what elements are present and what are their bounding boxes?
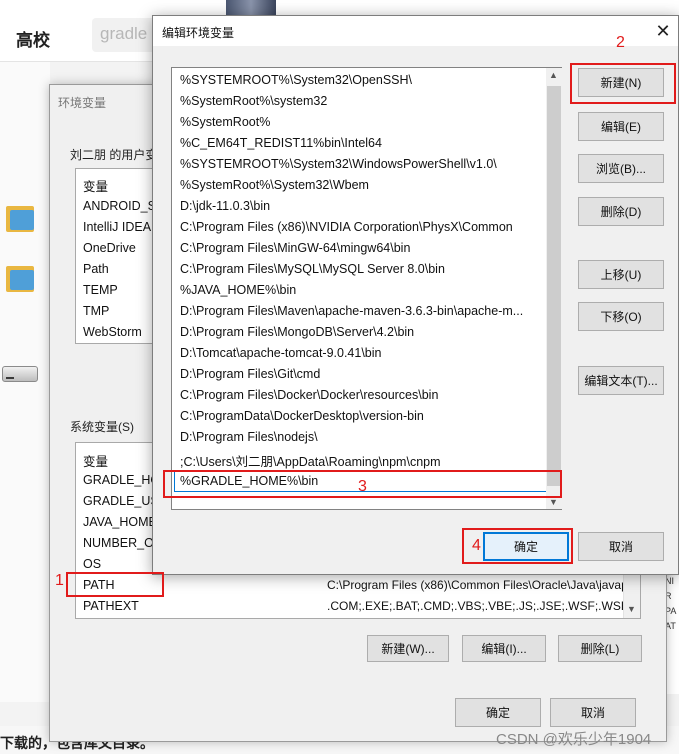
edit-text-button[interactable]: 编辑文本(T)... <box>578 366 664 395</box>
scroll-up-icon[interactable]: ▲ <box>549 70 558 80</box>
system-variables-label: 系统变量(S) <box>70 420 134 434</box>
list-item[interactable]: %SystemRoot%\System32\Wbem <box>180 178 369 192</box>
path-list-scrollbar[interactable]: ▲ ▼ <box>546 68 562 509</box>
table-row[interactable]: OS <box>83 557 101 571</box>
sys-edit-button[interactable]: 编辑(I)... <box>462 635 546 662</box>
user-variables-list[interactable]: 变量 ANDROID_S IntelliJ IDEA OneDrive Path… <box>75 168 155 344</box>
list-item[interactable]: %SYSTEMROOT%\System32\OpenSSH\ <box>180 73 412 87</box>
sys-new-button[interactable]: 新建(W)... <box>367 635 449 662</box>
list-item[interactable]: D:\Program Files\Maven\apache-maven-3.6.… <box>180 304 523 318</box>
env-cancel-button[interactable]: 取消 <box>550 698 636 727</box>
list-item[interactable]: C:\Program Files\MySQL\MySQL Server 8.0\… <box>180 262 445 276</box>
list-item[interactable]: TEMP <box>83 283 118 297</box>
list-item[interactable]: %SystemRoot% <box>180 115 270 129</box>
sys-vars-header[interactable]: 变量 <box>83 451 108 470</box>
scroll-down-icon[interactable]: ▼ <box>627 604 636 614</box>
explorer-side-panel <box>0 62 50 702</box>
list-item[interactable]: Path <box>83 262 109 276</box>
list-item[interactable]: %C_EM64T_REDIST11%bin\Intel64 <box>180 136 382 150</box>
table-row[interactable]: GRADLE_HO <box>83 473 160 487</box>
scroll-thumb[interactable] <box>547 86 561 486</box>
path-entries-list[interactable]: %SYSTEMROOT%\System32\OpenSSH\ %SystemRo… <box>171 67 562 510</box>
move-down-button[interactable]: 下移(O) <box>578 302 664 331</box>
list-item[interactable]: C:\ProgramData\DockerDesktop\version-bin <box>180 409 424 423</box>
user-vars-header[interactable]: 变量 <box>83 176 108 195</box>
list-item[interactable]: C:\Program Files\MinGW-64\mingw64\bin <box>180 241 410 255</box>
list-item[interactable]: IntelliJ IDEA <box>83 220 151 234</box>
list-item[interactable]: D:\Tomcat\apache-tomcat-9.0.41\bin <box>180 346 382 360</box>
env-ok-button[interactable]: 确定 <box>455 698 541 727</box>
list-item[interactable]: ;C:\Users\刘二朋\AppData\Roaming\npm\cnpm <box>180 451 441 470</box>
table-row[interactable]: JAVA_HOME <box>83 515 157 529</box>
table-row[interactable]: NUMBER_O <box>83 536 154 550</box>
background-photo <box>226 0 276 16</box>
close-icon[interactable]: ✕ <box>648 16 678 46</box>
pathext-value[interactable]: .COM;.EXE;.BAT;.CMD;.VBS;.VBE;.JS;.JSE;.… <box>327 599 640 613</box>
table-row[interactable]: PATHEXT <box>83 599 139 613</box>
annotation-box-new <box>570 63 676 104</box>
delete-button[interactable]: 删除(D) <box>578 197 664 226</box>
edit-dialog-title: 编辑环境变量 <box>162 26 235 40</box>
list-item[interactable]: D:\jdk-11.0.3\bin <box>180 199 270 213</box>
scroll-down-icon[interactable]: ▼ <box>549 497 558 507</box>
list-item[interactable]: C:\Program Files (x86)\NVIDIA Corporatio… <box>180 220 513 234</box>
browse-button[interactable]: 浏览(B)... <box>578 154 664 183</box>
list-item[interactable]: D:\Program Files\nodejs\ <box>180 430 318 444</box>
watermark: CSDN @欢乐少年1904 <box>496 731 652 748</box>
list-item[interactable]: TMP <box>83 304 109 318</box>
list-item[interactable]: C:\Program Files\Docker\Docker\resources… <box>180 388 438 402</box>
table-row[interactable]: GRADLE_US <box>83 494 159 508</box>
path-value[interactable]: C:\Program Files (x86)\Common Files\Orac… <box>327 578 640 592</box>
list-item[interactable]: D:\Program Files\Git\cmd <box>180 367 320 381</box>
annotation-number: 2 <box>616 34 625 51</box>
list-item[interactable]: %SystemRoot%\system32 <box>180 94 327 108</box>
edit-button[interactable]: 编辑(E) <box>578 112 664 141</box>
list-item[interactable]: %SYSTEMROOT%\System32\WindowsPowerShell\… <box>180 157 497 171</box>
list-item[interactable]: %JAVA_HOME%\bin <box>180 283 296 297</box>
move-up-button[interactable]: 上移(U) <box>578 260 664 289</box>
sys-delete-button[interactable]: 删除(L) <box>558 635 642 662</box>
list-item[interactable]: D:\Program Files\MongoDB\Server\4.2\bin <box>180 325 414 339</box>
annotation-number: 1 <box>55 572 64 589</box>
cancel-button[interactable]: 取消 <box>578 532 664 561</box>
folder-desktop-icon <box>6 262 34 292</box>
annotation-number: 3 <box>358 478 367 495</box>
drive-icon <box>2 366 38 382</box>
annotation-box-path <box>66 572 164 597</box>
folder-pictures-icon <box>6 202 34 232</box>
site-brand[interactable]: 高校 <box>16 26 50 51</box>
env-dialog-title: 环境变量 <box>58 96 107 110</box>
annotation-number: 4 <box>472 537 481 554</box>
user-variables-label: 刘二朋 的用户变 <box>70 148 158 162</box>
list-item[interactable]: OneDrive <box>83 241 136 255</box>
list-item[interactable]: ANDROID_S <box>83 199 154 213</box>
list-item[interactable]: WebStorm <box>83 325 142 339</box>
